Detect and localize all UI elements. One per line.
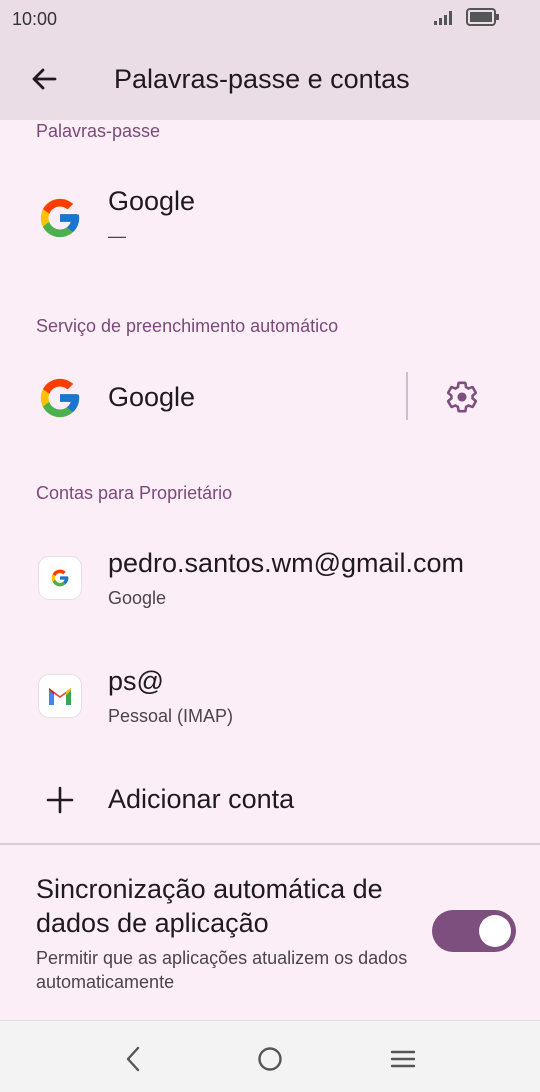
password-provider-subtitle: —	[108, 226, 126, 246]
back-button[interactable]	[22, 57, 66, 101]
hamburger-icon	[390, 1050, 416, 1068]
page-title: Palavras-passe e contas	[114, 63, 410, 94]
auto-sync-title: Sincronização automática de dados de apl…	[36, 874, 383, 938]
account-type: Pessoal (IMAP)	[108, 706, 234, 726]
account-item-google[interactable]: pedro.santos.wm@gmail.com Google	[0, 524, 540, 634]
account-icon	[36, 554, 84, 602]
auto-sync-toggle[interactable]	[432, 910, 516, 952]
add-account-label: Adicionar conta	[108, 784, 295, 814]
status-time: 10:00	[12, 8, 58, 29]
nav-home-icon	[258, 1047, 282, 1071]
google-logo-icon	[36, 194, 84, 242]
nav-back-button[interactable]	[113, 1039, 153, 1079]
section-header-accounts: Contas para Proprietário	[36, 483, 233, 503]
google-icon	[39, 557, 81, 599]
google-logo-icon	[36, 374, 84, 422]
system-nav-bar	[0, 1020, 540, 1092]
gmail-icon	[39, 675, 81, 717]
nav-back-icon	[126, 1046, 140, 1072]
auto-sync-subtitle: Permitir que as aplicações atualizem os …	[36, 948, 408, 992]
nav-home-button[interactable]	[250, 1039, 290, 1079]
plus-icon	[36, 776, 84, 824]
account-type: Google	[108, 588, 167, 608]
section-divider	[0, 843, 540, 845]
account-item-imap[interactable]: ps@ Pessoal (IMAP)	[0, 642, 540, 752]
account-email: pedro.santos.wm@gmail.com	[108, 548, 465, 578]
battery-icon	[466, 7, 500, 31]
account-email: ps@	[108, 666, 164, 696]
app-bar: Palavras-passe e contas	[0, 38, 540, 120]
password-provider-title: Google	[108, 186, 196, 216]
password-provider-google[interactable]: Google —	[0, 160, 540, 276]
status-bar: 10:00	[0, 0, 540, 38]
add-account-button[interactable]: Adicionar conta	[0, 764, 540, 836]
autofill-settings-button[interactable]	[440, 375, 484, 419]
section-header-autofill: Serviço de preenchimento automático	[36, 316, 339, 336]
gear-icon	[446, 381, 478, 413]
vertical-divider	[406, 372, 408, 420]
autofill-service-google[interactable]: Google	[0, 350, 540, 446]
signal-icon	[434, 9, 456, 30]
account-icon	[36, 672, 84, 720]
toggle-knob	[479, 915, 511, 947]
status-icons	[434, 7, 500, 31]
nav-menu-button[interactable]	[383, 1039, 423, 1079]
autofill-service-title: Google	[108, 382, 196, 412]
section-header-passwords: Palavras-passe	[36, 121, 161, 141]
arrow-back-icon	[32, 68, 57, 90]
